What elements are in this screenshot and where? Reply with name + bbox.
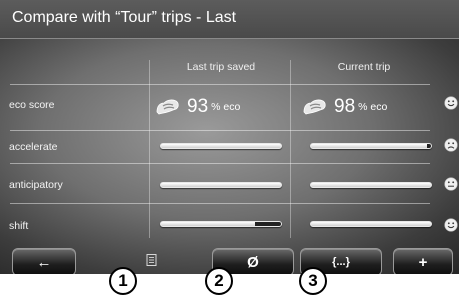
column-divider	[149, 60, 150, 238]
row-divider	[10, 203, 430, 204]
eco-score-last-unit: % eco	[211, 101, 241, 113]
page-title: Compare with “Tour” trips - Last	[12, 9, 237, 26]
title-bar: Compare with “Tour” trips - Last	[0, 0, 459, 39]
callout-marker: 3	[299, 267, 327, 295]
accelerate-current-bar	[310, 143, 432, 149]
smiley-happy-icon	[444, 218, 458, 232]
smiley-neutral-icon	[444, 177, 458, 191]
back-arrow-icon: ←	[36, 253, 52, 271]
eco-compare-screen: Compare with “Tour” trips - Last Last tr…	[0, 0, 459, 274]
column-divider	[290, 60, 291, 238]
document-icon	[146, 254, 157, 266]
reset-icon: {...}	[332, 256, 350, 268]
eco-score-last-value: 93	[187, 96, 209, 117]
anticipatory-last-bar	[160, 182, 282, 188]
accelerate-last-bar	[160, 143, 282, 149]
eco-score-current: 98 % eco	[302, 94, 387, 120]
eco-score-current-unit: % eco	[358, 101, 388, 113]
anticipatory-current-bar	[310, 182, 432, 188]
row-divider	[10, 84, 430, 85]
back-button[interactable]: ←	[12, 248, 76, 274]
add-button[interactable]: +	[393, 248, 453, 274]
column-header-last-trip: Last trip saved	[186, 61, 256, 73]
row-label-anticipatory: anticipatory	[9, 179, 63, 191]
eco-score-current-value: 98	[334, 96, 356, 117]
average-symbol-icon: Ø	[247, 253, 259, 271]
plus-icon: +	[418, 253, 428, 271]
callout-marker: 1	[109, 267, 137, 295]
row-divider	[10, 163, 430, 164]
column-header-current-trip: Current trip	[337, 61, 391, 73]
row-label-eco-score: eco score	[9, 99, 55, 111]
row-label-shift: shift	[9, 220, 29, 232]
eco-score-last: 93 % eco	[155, 94, 240, 120]
shift-last-bar	[160, 221, 282, 227]
row-label-accelerate: accelerate	[9, 141, 58, 153]
callout-marker: 2	[205, 267, 233, 295]
shift-current-bar	[310, 221, 432, 227]
eco-shoe-icon	[156, 99, 179, 115]
smiley-happy-icon	[444, 96, 458, 110]
eco-shoe-icon	[303, 99, 326, 115]
row-divider	[10, 130, 430, 131]
smiley-sad-icon	[444, 138, 458, 152]
